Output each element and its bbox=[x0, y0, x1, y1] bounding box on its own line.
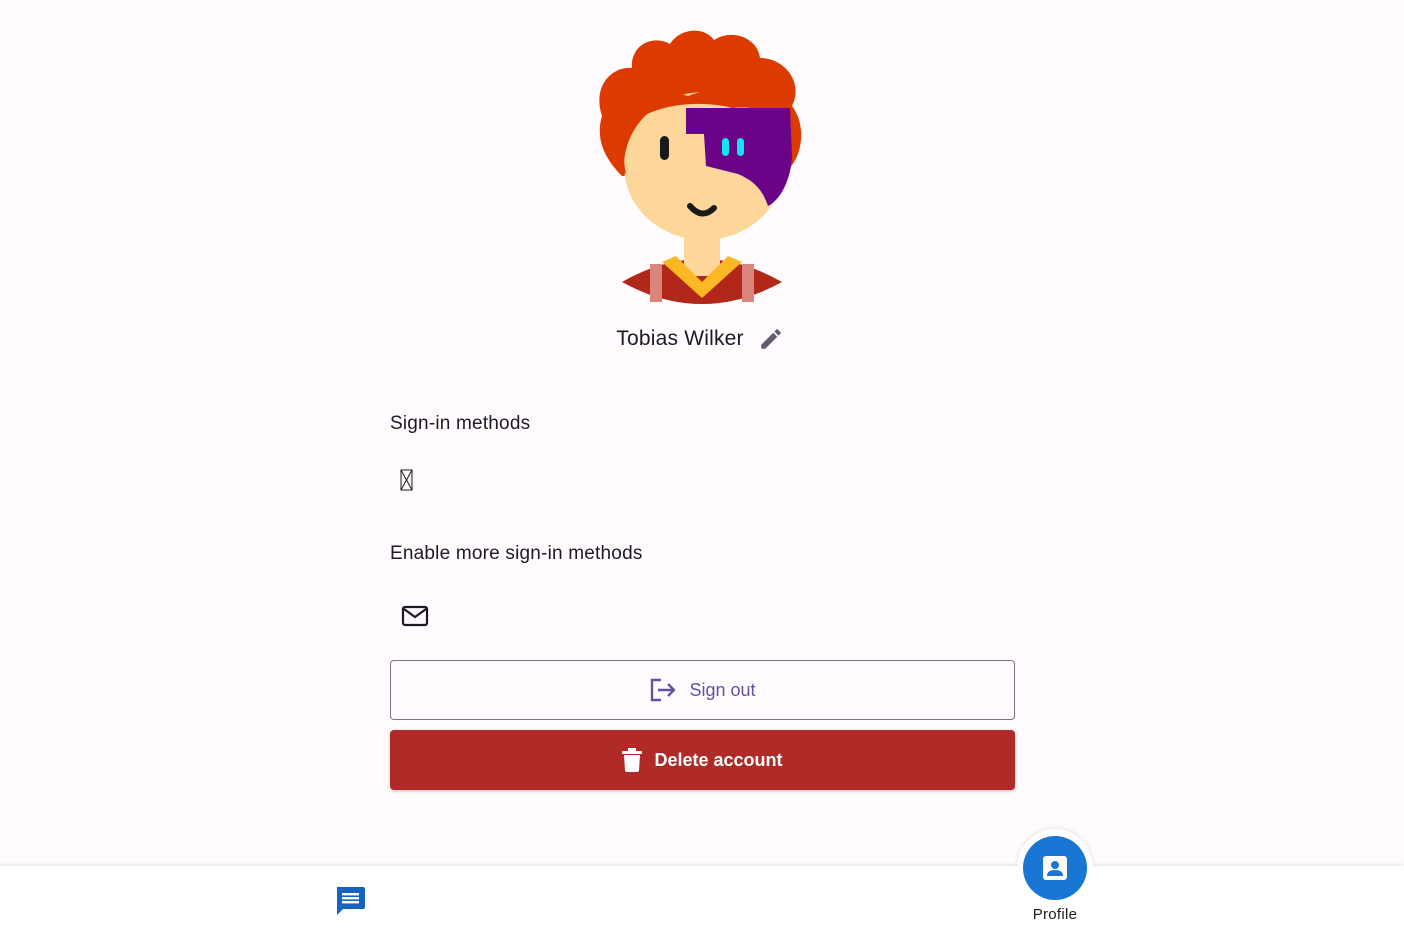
profile-name-row: Tobias Wilker bbox=[0, 322, 1404, 356]
cartoon-avatar-image bbox=[599, 30, 802, 304]
enable-email-sign-in-button[interactable] bbox=[398, 600, 432, 632]
nav-profile-label: Profile bbox=[1032, 906, 1078, 923]
trash-icon bbox=[622, 748, 643, 772]
edit-name-button[interactable] bbox=[754, 322, 788, 356]
profile-name: Tobias Wilker bbox=[616, 327, 744, 350]
avatar bbox=[592, 26, 812, 308]
enable-more-sign-in-methods-title: Enable more sign-in methods bbox=[390, 543, 643, 564]
sign-out-button[interactable]: Sign out bbox=[390, 660, 1015, 720]
contact-card-icon bbox=[1043, 856, 1067, 880]
missing-glyph-icon bbox=[400, 468, 420, 494]
delete-account-button[interactable]: Delete account bbox=[390, 730, 1015, 790]
mail-icon bbox=[401, 605, 429, 627]
sign-in-methods-title: Sign-in methods bbox=[390, 413, 531, 434]
sign-out-label: Sign out bbox=[689, 679, 756, 700]
pencil-icon bbox=[760, 329, 781, 349]
chat-icon bbox=[337, 887, 365, 915]
nav-item-chat[interactable] bbox=[332, 883, 368, 919]
logout-icon bbox=[651, 678, 676, 702]
nav-item-profile[interactable] bbox=[1023, 836, 1087, 900]
delete-account-label: Delete account bbox=[654, 749, 783, 770]
bottom-navigation-bar bbox=[0, 866, 1404, 934]
